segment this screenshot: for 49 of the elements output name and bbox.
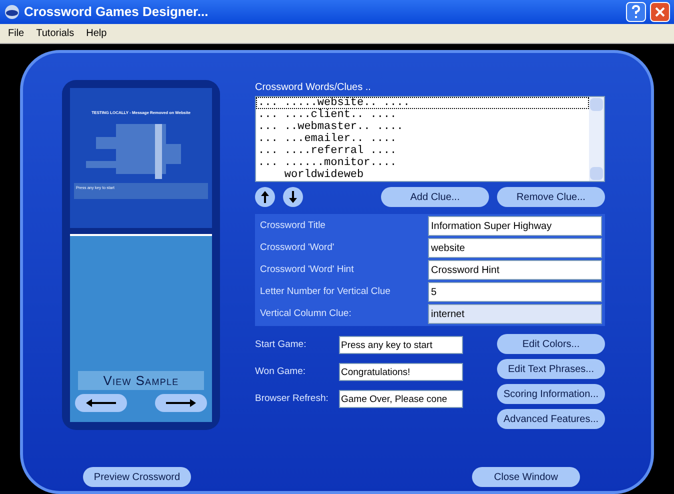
message-label: Browser Refresh:: [255, 392, 330, 406]
message-field[interactable]: Game Over, Please cone: [339, 390, 463, 408]
message-field[interactable]: Congratulations!: [339, 363, 463, 381]
message-label: Won Game:: [255, 364, 307, 379]
down-arrow-icon: [289, 191, 297, 203]
clue-action-button[interactable]: Add Clue...: [381, 187, 489, 207]
window-title: Crossword Games Designer...: [24, 3, 210, 22]
next-button[interactable]: [155, 394, 207, 412]
previous-button[interactable]: [75, 394, 127, 412]
clues-label: Crossword Words/Clues ..: [255, 81, 372, 95]
text-field[interactable]: Crossword Hint: [428, 260, 602, 280]
question-mark-icon: [631, 5, 641, 19]
clue-item[interactable]: ... ....referral ....: [256, 145, 589, 157]
scrollbar[interactable]: [589, 97, 604, 181]
clue-item[interactable]: ... ....client.. ....: [256, 109, 589, 121]
field-label: Letter Number for Vertical Clue: [259, 284, 392, 299]
footer-button[interactable]: Close Window: [472, 467, 580, 487]
footer-button[interactable]: Preview Crossword: [83, 467, 191, 487]
settings-button[interactable]: Advanced Features...: [497, 409, 605, 429]
menu-item[interactable]: Tutorials: [36, 26, 74, 41]
clue-item[interactable]: worldwideweb: [256, 169, 589, 181]
clues-list[interactable]: ... .....website.. .... ... ....client.. .... ... ..webmaster.. .... ... ...emailer.. .... ... ....referral .... ... ......monitor.... worldwideweb: [255, 96, 605, 182]
up-arrow-icon: [261, 191, 269, 203]
field-label: Crossword Title: [259, 218, 326, 233]
text-field[interactable]: 5: [428, 282, 602, 302]
help-button[interactable]: [626, 2, 646, 22]
clue-item[interactable]: ... ..webmaster.. ....: [256, 121, 589, 133]
menu-item[interactable]: File: [8, 26, 24, 41]
close-button[interactable]: [650, 2, 670, 22]
clue-item[interactable]: ... .....website.. ....: [256, 97, 589, 109]
text-field[interactable]: website: [428, 238, 602, 258]
menu-item[interactable]: Help: [86, 26, 107, 41]
app-icon: [4, 4, 20, 20]
left-arrow-icon: [86, 399, 116, 407]
view-sample-label: View Sample: [78, 370, 204, 390]
field-label: Crossword 'Word' Hint: [259, 262, 355, 277]
message-label: Start Game:: [255, 338, 308, 352]
close-icon: [655, 7, 665, 17]
right-arrow-icon: [166, 399, 196, 407]
settings-button[interactable]: Edit Text Phrases...: [497, 359, 605, 379]
text-field[interactable]: Information Super Highway: [428, 216, 602, 236]
field-label: Vertical Column Clue:: [259, 306, 352, 321]
clue-item[interactable]: ... ...emailer.. ....: [256, 133, 589, 145]
settings-button[interactable]: Edit Colors...: [497, 334, 605, 354]
settings-button[interactable]: Scoring Information...: [497, 384, 605, 404]
clue-item[interactable]: ... ......monitor....: [256, 157, 589, 169]
field-label: Crossword 'Word': [259, 240, 336, 255]
clue-action-button[interactable]: Remove Clue...: [497, 187, 605, 207]
message-field[interactable]: Press any key to start: [339, 336, 463, 354]
